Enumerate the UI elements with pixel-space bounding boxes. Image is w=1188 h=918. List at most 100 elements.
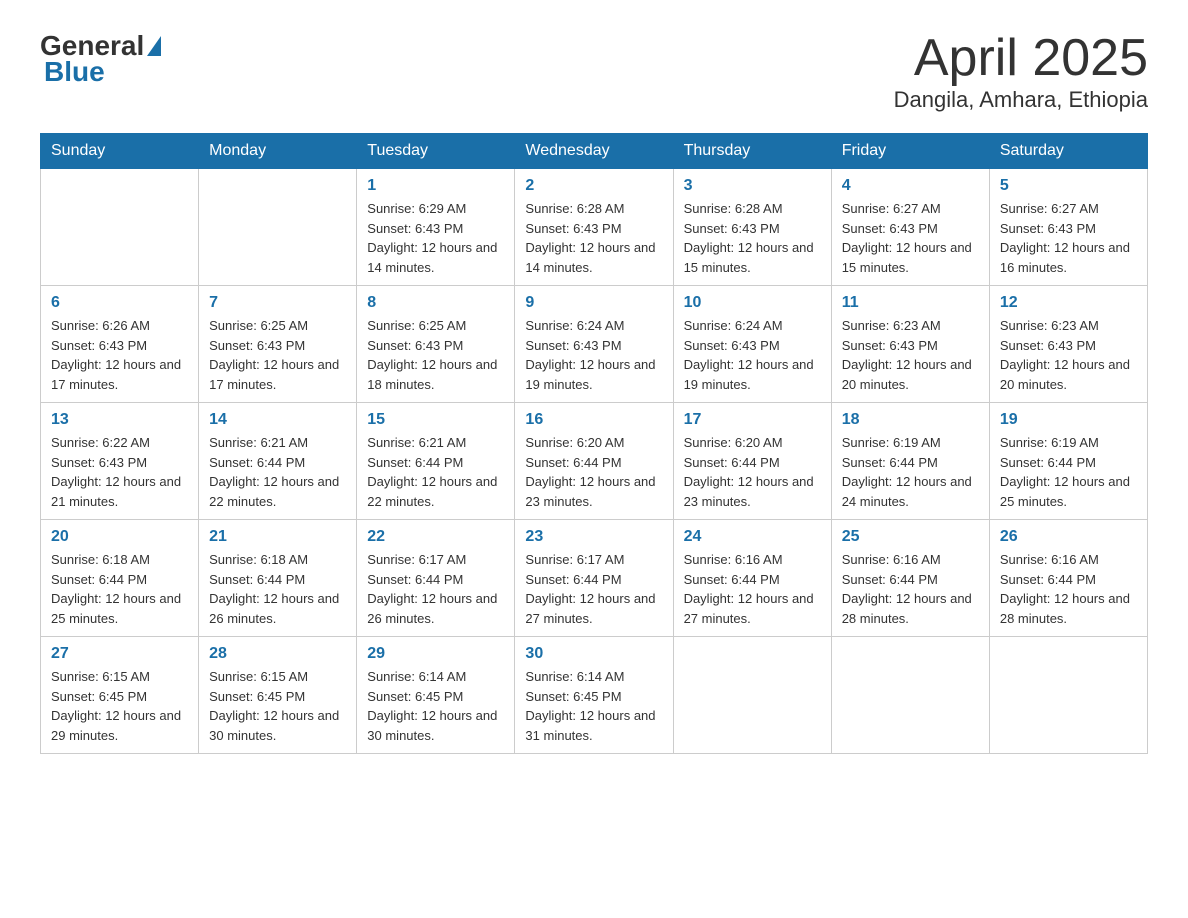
calendar-cell: 19 Sunrise: 6:19 AMSunset: 6:44 PMDayligh… bbox=[989, 403, 1147, 520]
day-number: 8 bbox=[367, 294, 504, 312]
calendar-cell: 22Sunrise: 6:17 AMSunset: 6:44 PMDayligh… bbox=[357, 520, 515, 637]
calendar-cell: 17Sunrise: 6:20 AMSunset: 6:44 PMDayligh… bbox=[673, 403, 831, 520]
calendar-cell: 21Sunrise: 6:18 AMSunset: 6:44 PMDayligh… bbox=[199, 520, 357, 637]
day-info: Sunrise: 6:20 AMSunset: 6:44 PMDaylight:… bbox=[684, 433, 821, 511]
calendar-cell bbox=[41, 169, 199, 286]
day-info: Sunrise: 6:26 AMSunset: 6:43 PMDaylight:… bbox=[51, 316, 188, 394]
day-info: Sunrise: 6:21 AMSunset: 6:44 PMDaylight:… bbox=[367, 433, 504, 511]
day-info: Sunrise: 6:16 AMSunset: 6:44 PMDaylight:… bbox=[842, 550, 979, 628]
day-number: 16 bbox=[525, 411, 662, 429]
logo: General Blue bbox=[40, 30, 164, 88]
day-info: Sunrise: 6:27 AMSunset: 6:43 PMDaylight:… bbox=[842, 199, 979, 277]
calendar-cell: 28Sunrise: 6:15 AMSunset: 6:45 PMDayligh… bbox=[199, 637, 357, 754]
calendar-cell bbox=[989, 637, 1147, 754]
day-info: Sunrise: 6:19 AMSunset: 6:44 PMDaylight:… bbox=[842, 433, 979, 511]
location-subtitle: Dangila, Amhara, Ethiopia bbox=[894, 87, 1148, 113]
calendar-cell: 27 Sunrise: 6:15 AMSunset: 6:45 PMDayligh… bbox=[41, 637, 199, 754]
logo-triangle-icon bbox=[147, 36, 161, 56]
calendar-cell: 14 Sunrise: 6:21 AMSunset: 6:44 PMDayligh… bbox=[199, 403, 357, 520]
day-info: Sunrise: 6:27 AMSunset: 6:43 PMDaylight:… bbox=[1000, 199, 1137, 277]
day-number: 29 bbox=[367, 645, 504, 663]
calendar-cell: 20Sunrise: 6:18 AMSunset: 6:44 PMDayligh… bbox=[41, 520, 199, 637]
day-number: 22 bbox=[367, 528, 504, 546]
calendar-cell: 3Sunrise: 6:28 AMSunset: 6:43 PMDaylight… bbox=[673, 169, 831, 286]
day-info: Sunrise: 6:16 AMSunset: 6:44 PMDaylight:… bbox=[684, 550, 821, 628]
calendar-cell: 29 Sunrise: 6:14 AMSunset: 6:45 PMDayligh… bbox=[357, 637, 515, 754]
day-info: Sunrise: 6:21 AMSunset: 6:44 PMDaylight:… bbox=[209, 433, 346, 511]
page-header: General Blue April 2025 Dangila, Amhara,… bbox=[40, 30, 1148, 113]
day-info: Sunrise: 6:15 AMSunset: 6:45 PMDaylight:… bbox=[51, 667, 188, 745]
day-number: 1 bbox=[367, 177, 504, 195]
day-number: 5 bbox=[1000, 177, 1137, 195]
calendar-cell: 7 Sunrise: 6:25 AMSunset: 6:43 PMDaylight… bbox=[199, 286, 357, 403]
day-info: Sunrise: 6:19 AMSunset: 6:44 PMDaylight:… bbox=[1000, 433, 1137, 511]
calendar-week-1: 1 Sunrise: 6:29 AMSunset: 6:43 PMDaylight… bbox=[41, 169, 1148, 286]
calendar-cell: 1 Sunrise: 6:29 AMSunset: 6:43 PMDaylight… bbox=[357, 169, 515, 286]
day-number: 27 bbox=[51, 645, 188, 663]
day-info: Sunrise: 6:18 AMSunset: 6:44 PMDaylight:… bbox=[51, 550, 188, 628]
calendar-cell: 10 Sunrise: 6:24 AMSunset: 6:43 PMDayligh… bbox=[673, 286, 831, 403]
day-number: 15 bbox=[367, 411, 504, 429]
day-header-saturday: Saturday bbox=[989, 134, 1147, 169]
calendar-cell: 5 Sunrise: 6:27 AMSunset: 6:43 PMDaylight… bbox=[989, 169, 1147, 286]
calendar-cell: 30 Sunrise: 6:14 AMSunset: 6:45 PMDayligh… bbox=[515, 637, 673, 754]
day-number: 24 bbox=[684, 528, 821, 546]
day-header-tuesday: Tuesday bbox=[357, 134, 515, 169]
day-info: Sunrise: 6:14 AMSunset: 6:45 PMDaylight:… bbox=[367, 667, 504, 745]
day-info: Sunrise: 6:29 AMSunset: 6:43 PMDaylight:… bbox=[367, 199, 504, 277]
day-info: Sunrise: 6:23 AMSunset: 6:43 PMDaylight:… bbox=[1000, 316, 1137, 394]
calendar-cell: 24 Sunrise: 6:16 AMSunset: 6:44 PMDayligh… bbox=[673, 520, 831, 637]
calendar-cell: 15 Sunrise: 6:21 AMSunset: 6:44 PMDayligh… bbox=[357, 403, 515, 520]
day-header-friday: Friday bbox=[831, 134, 989, 169]
calendar-cell: 12 Sunrise: 6:23 AMSunset: 6:43 PMDayligh… bbox=[989, 286, 1147, 403]
day-number: 4 bbox=[842, 177, 979, 195]
day-number: 23 bbox=[525, 528, 662, 546]
calendar-cell bbox=[199, 169, 357, 286]
calendar-cell bbox=[831, 637, 989, 754]
day-number: 11 bbox=[842, 294, 979, 312]
calendar-cell: 18Sunrise: 6:19 AMSunset: 6:44 PMDayligh… bbox=[831, 403, 989, 520]
calendar-cell: 9 Sunrise: 6:24 AMSunset: 6:43 PMDaylight… bbox=[515, 286, 673, 403]
day-number: 12 bbox=[1000, 294, 1137, 312]
day-info: Sunrise: 6:16 AMSunset: 6:44 PMDaylight:… bbox=[1000, 550, 1137, 628]
calendar-cell: 26 Sunrise: 6:16 AMSunset: 6:44 PMDayligh… bbox=[989, 520, 1147, 637]
day-number: 7 bbox=[209, 294, 346, 312]
calendar-cell: 6 Sunrise: 6:26 AMSunset: 6:43 PMDaylight… bbox=[41, 286, 199, 403]
day-number: 25 bbox=[842, 528, 979, 546]
day-info: Sunrise: 6:14 AMSunset: 6:45 PMDaylight:… bbox=[525, 667, 662, 745]
day-number: 19 bbox=[1000, 411, 1137, 429]
day-info: Sunrise: 6:20 AMSunset: 6:44 PMDaylight:… bbox=[525, 433, 662, 511]
day-info: Sunrise: 6:25 AMSunset: 6:43 PMDaylight:… bbox=[367, 316, 504, 394]
day-info: Sunrise: 6:25 AMSunset: 6:43 PMDaylight:… bbox=[209, 316, 346, 394]
day-info: Sunrise: 6:17 AMSunset: 6:44 PMDaylight:… bbox=[525, 550, 662, 628]
day-number: 26 bbox=[1000, 528, 1137, 546]
day-info: Sunrise: 6:24 AMSunset: 6:43 PMDaylight:… bbox=[684, 316, 821, 394]
calendar-cell: 4 Sunrise: 6:27 AMSunset: 6:43 PMDaylight… bbox=[831, 169, 989, 286]
calendar-table: SundayMondayTuesdayWednesdayThursdayFrid… bbox=[40, 133, 1148, 754]
day-info: Sunrise: 6:22 AMSunset: 6:43 PMDaylight:… bbox=[51, 433, 188, 511]
calendar-cell: 25 Sunrise: 6:16 AMSunset: 6:44 PMDayligh… bbox=[831, 520, 989, 637]
calendar-cell: 16 Sunrise: 6:20 AMSunset: 6:44 PMDayligh… bbox=[515, 403, 673, 520]
day-number: 9 bbox=[525, 294, 662, 312]
day-info: Sunrise: 6:24 AMSunset: 6:43 PMDaylight:… bbox=[525, 316, 662, 394]
month-year-title: April 2025 bbox=[894, 30, 1148, 87]
day-header-wednesday: Wednesday bbox=[515, 134, 673, 169]
day-number: 30 bbox=[525, 645, 662, 663]
day-number: 10 bbox=[684, 294, 821, 312]
calendar-week-4: 20Sunrise: 6:18 AMSunset: 6:44 PMDayligh… bbox=[41, 520, 1148, 637]
day-info: Sunrise: 6:28 AMSunset: 6:43 PMDaylight:… bbox=[525, 199, 662, 277]
day-header-monday: Monday bbox=[199, 134, 357, 169]
calendar-cell: 23 Sunrise: 6:17 AMSunset: 6:44 PMDayligh… bbox=[515, 520, 673, 637]
day-number: 13 bbox=[51, 411, 188, 429]
calendar-cell: 2 Sunrise: 6:28 AMSunset: 6:43 PMDaylight… bbox=[515, 169, 673, 286]
calendar-cell: 13 Sunrise: 6:22 AMSunset: 6:43 PMDayligh… bbox=[41, 403, 199, 520]
day-number: 2 bbox=[525, 177, 662, 195]
day-number: 6 bbox=[51, 294, 188, 312]
day-header-row: SundayMondayTuesdayWednesdayThursdayFrid… bbox=[41, 134, 1148, 169]
calendar-week-5: 27 Sunrise: 6:15 AMSunset: 6:45 PMDayligh… bbox=[41, 637, 1148, 754]
day-info: Sunrise: 6:23 AMSunset: 6:43 PMDaylight:… bbox=[842, 316, 979, 394]
calendar-cell bbox=[673, 637, 831, 754]
day-header-sunday: Sunday bbox=[41, 134, 199, 169]
day-number: 14 bbox=[209, 411, 346, 429]
day-header-thursday: Thursday bbox=[673, 134, 831, 169]
